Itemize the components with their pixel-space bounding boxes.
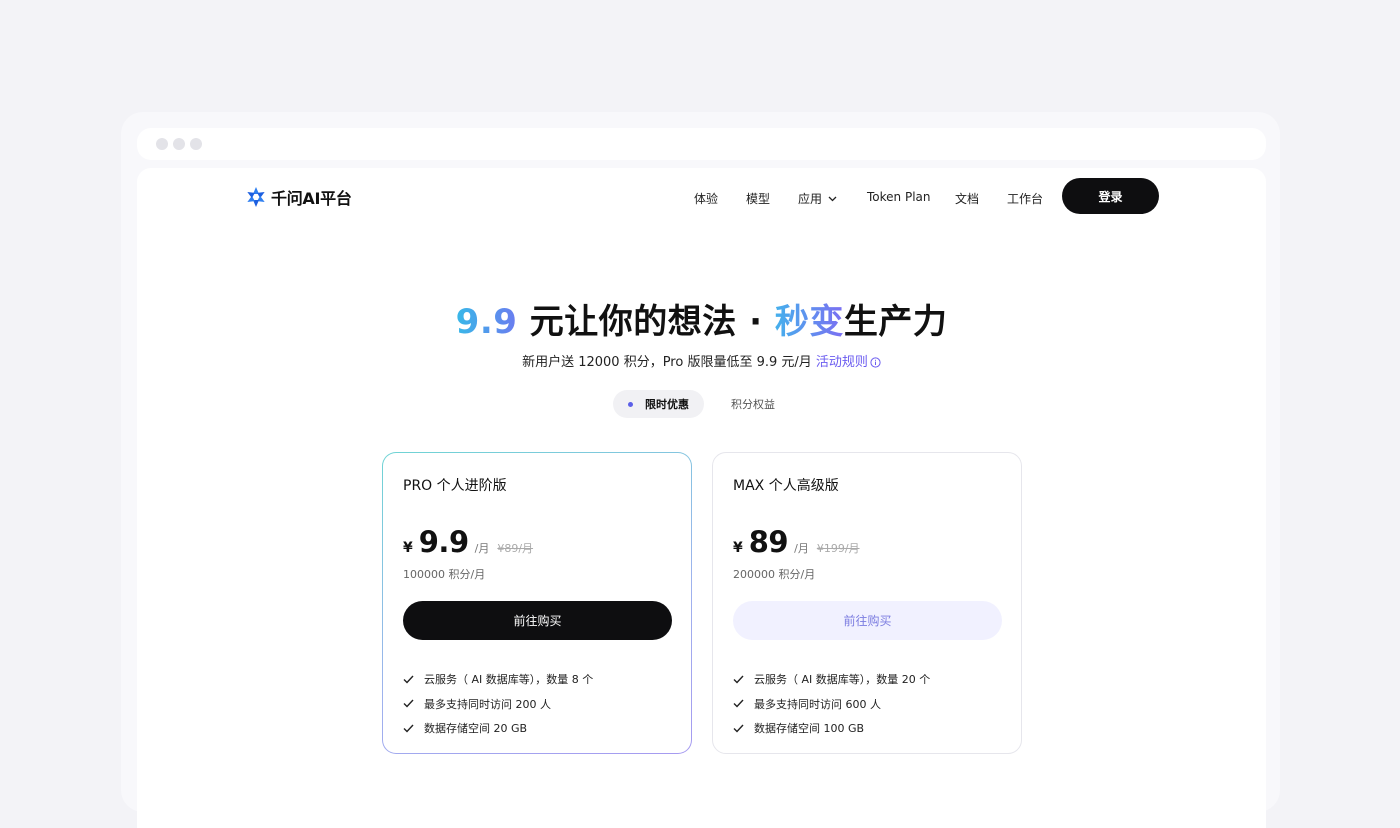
- plan-original-price: ¥199/月: [816, 542, 860, 555]
- nav-item-token-plan[interactable]: Token Plan: [867, 190, 931, 204]
- plan-card-pro: PRO 个人进阶版 ¥ 9.9 /月 ¥89/月 100000 积分/月 前往购…: [382, 452, 692, 754]
- hero-subtitle: 新用户送 12000 积分，Pro 版限量低至 9.9 元/月 活动规则: [137, 351, 1266, 370]
- check-icon: [403, 675, 414, 684]
- login-button[interactable]: 登录: [1062, 178, 1159, 214]
- buy-pro-button[interactable]: 前往购买: [403, 601, 672, 640]
- brand-logo[interactable]: 千问AI平台: [245, 184, 352, 210]
- check-icon: [733, 675, 744, 684]
- plan-price: 89: [748, 525, 789, 559]
- hero-title-price: 9.9: [455, 302, 518, 342]
- plan-points: 100000 积分/月: [403, 568, 486, 581]
- chevron-down-icon: [828, 196, 837, 202]
- nav-item-docs[interactable]: 文档: [955, 190, 979, 207]
- window-chrome: [137, 128, 1266, 160]
- hero-title-highlight: 秒变: [774, 302, 844, 342]
- plan-period: /月: [474, 542, 490, 555]
- browser-window: 千问AI平台 体验 模型 应用 Token Plan 文档 工作台 登录 9.9…: [121, 112, 1280, 828]
- tab-points-benefits-label: 积分权益: [731, 398, 775, 411]
- hero-title: 9.9 元让你的想法 · 秒变生产力: [137, 294, 1266, 343]
- plan-title: PRO 个人进阶版: [403, 478, 507, 494]
- feature-item: 数据存储空间 100 GB: [733, 716, 930, 741]
- check-icon: [403, 699, 414, 708]
- qwen-logo-icon: [247, 187, 265, 207]
- plan-price-row: ¥ 9.9 /月 ¥89/月: [403, 525, 533, 559]
- feature-item: 云服务（ AI 数据库等），数量 8 个: [403, 667, 593, 692]
- hero-title-end: 生产力: [843, 302, 948, 342]
- plan-price-row: ¥ 89 /月 ¥199/月: [733, 525, 860, 559]
- tab-limited-offer-label: 限时优惠: [645, 398, 689, 411]
- plan-features: 云服务（ AI 数据库等），数量 8 个 最多支持同时访问 200 人 数据存储…: [403, 667, 593, 741]
- plan-points: 200000 积分/月: [733, 568, 816, 581]
- plan-period: /月: [794, 542, 809, 555]
- activity-rules-label: 活动规则: [815, 355, 868, 370]
- buy-max-button[interactable]: 前往购买: [733, 601, 1002, 640]
- feature-text: 最多支持同时访问 600 人: [754, 697, 881, 711]
- window-dot-icon: [173, 138, 185, 150]
- page-viewport: 千问AI平台 体验 模型 应用 Token Plan 文档 工作台 登录 9.9…: [137, 168, 1266, 828]
- hero-title-mid: 元让你的想法 ·: [517, 302, 775, 342]
- hero-subtitle-text: 新用户送 12000 积分，Pro 版限量低至 9.9 元/月: [522, 355, 816, 370]
- plan-title: MAX 个人高级版: [733, 478, 839, 494]
- brand-name: 千问AI平台: [271, 189, 352, 208]
- feature-text: 云服务（ AI 数据库等），数量 20 个: [754, 673, 931, 687]
- feature-text: 数据存储空间 100 GB: [754, 722, 865, 736]
- feature-item: 最多支持同时访问 200 人: [403, 692, 593, 717]
- feature-item: 云服务（ AI 数据库等），数量 20 个: [733, 667, 930, 692]
- window-dot-icon: [156, 138, 168, 150]
- plan-price: 9.9: [418, 525, 469, 559]
- check-icon: [733, 699, 744, 708]
- feature-item: 数据存储空间 20 GB: [403, 716, 593, 741]
- plan-original-price: ¥89/月: [497, 542, 534, 555]
- feature-item: 最多支持同时访问 600 人: [733, 692, 930, 717]
- feature-text: 最多支持同时访问 200 人: [424, 697, 551, 711]
- check-icon: [403, 724, 414, 733]
- nav-item-apps-label: 应用: [798, 192, 823, 206]
- active-dot-icon: [628, 401, 633, 407]
- currency-symbol: ¥: [733, 540, 743, 556]
- plan-card-max: MAX 个人高级版 ¥ 89 /月 ¥199/月 200000 积分/月 前往购…: [712, 452, 1022, 754]
- nav-item-models[interactable]: 模型: [746, 190, 770, 207]
- plan-features: 云服务（ AI 数据库等），数量 20 个 最多支持同时访问 600 人 数据存…: [733, 667, 930, 741]
- activity-rules-link[interactable]: 活动规则: [816, 355, 881, 370]
- nav-item-experience[interactable]: 体验: [694, 190, 718, 207]
- feature-text: 数据存储空间 20 GB: [424, 722, 528, 736]
- window-dot-icon: [190, 138, 202, 150]
- tab-points-benefits[interactable]: 积分权益: [731, 390, 775, 418]
- feature-text: 云服务（ AI 数据库等），数量 8 个: [424, 673, 594, 687]
- check-icon: [733, 724, 744, 733]
- info-icon: [870, 357, 881, 368]
- nav-item-console[interactable]: 工作台: [1007, 190, 1043, 207]
- tab-limited-offer[interactable]: 限时优惠: [613, 390, 704, 418]
- currency-symbol: ¥: [403, 540, 413, 556]
- nav-item-apps[interactable]: 应用: [798, 190, 837, 207]
